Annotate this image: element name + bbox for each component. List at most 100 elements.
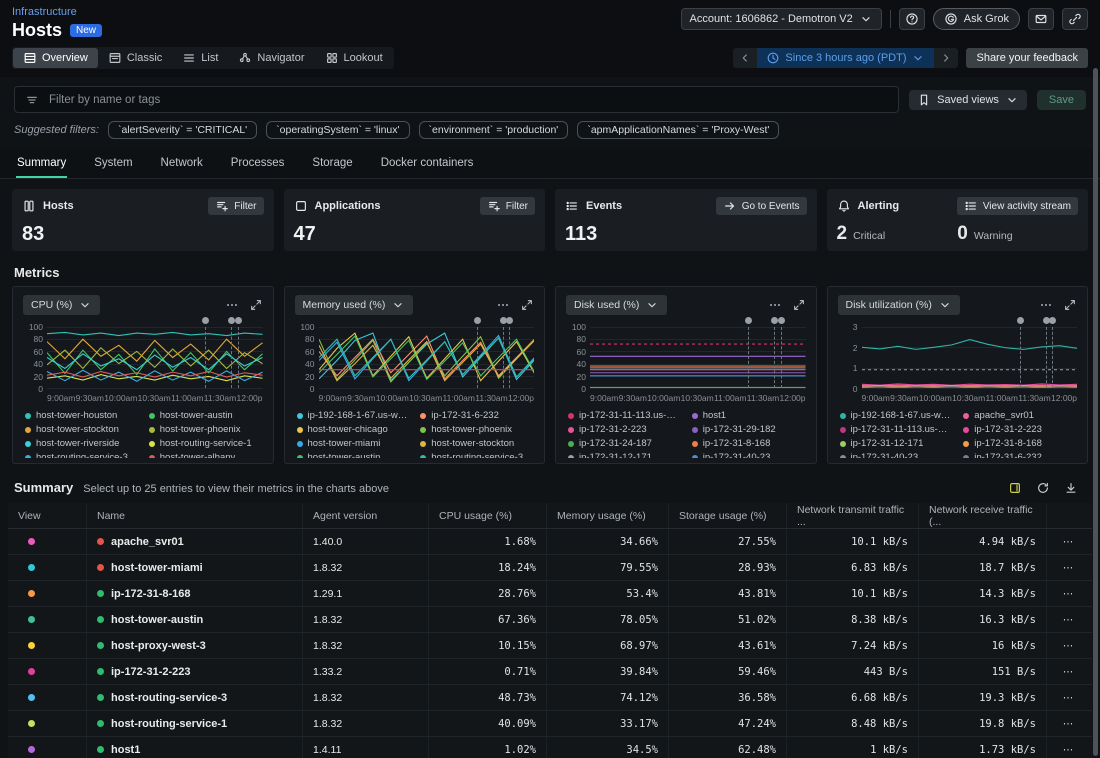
view-toggle[interactable] — [8, 633, 86, 658]
legend-item[interactable]: ip-172-31-2-223 — [568, 424, 682, 435]
view-toggle[interactable] — [8, 711, 86, 736]
tab-processes[interactable]: Processes — [230, 149, 286, 178]
host-name-cell[interactable]: ip-172-31-8-168 — [86, 581, 302, 606]
expand-icon[interactable] — [520, 298, 534, 312]
tab-network[interactable]: Network — [160, 149, 204, 178]
legend-item[interactable]: host-tower-austin — [149, 410, 263, 421]
row-actions-button[interactable]: ⋯ — [1046, 529, 1090, 554]
ellipsis-icon[interactable] — [225, 298, 239, 312]
view-switch-lookout[interactable]: Lookout — [315, 48, 393, 68]
expand-icon[interactable] — [1063, 298, 1077, 312]
event-marker-dot[interactable] — [778, 317, 785, 324]
legend-item[interactable]: host-routing-service-1 — [149, 438, 263, 449]
view-toggle[interactable] — [8, 607, 86, 632]
legend-item[interactable]: host-tower-phoenix — [420, 424, 534, 435]
row-actions-button[interactable]: ⋯ — [1046, 659, 1090, 684]
legend-item[interactable]: ip-172-31-11-113.us-west-2.com... — [568, 410, 682, 421]
view-switch-overview[interactable]: Overview — [13, 48, 98, 68]
legend-item[interactable]: ip-172-31-8-168 — [963, 438, 1077, 449]
legend-item[interactable]: ip-172-31-8-168 — [692, 438, 806, 449]
view-toggle[interactable] — [8, 737, 86, 758]
save-button[interactable]: Save — [1037, 90, 1086, 110]
table-row[interactable]: host-routing-service-3 1.8.32 48.73% 74.… — [8, 685, 1092, 711]
expand-icon[interactable] — [249, 298, 263, 312]
tab-system[interactable]: System — [93, 149, 133, 178]
event-marker-dot[interactable] — [1017, 317, 1024, 324]
column-header-7[interactable]: Network receive traffic (... — [918, 503, 1046, 528]
legend-item[interactable]: host-tower-austin — [297, 452, 411, 458]
legend-item[interactable]: host-routing-service-3 — [420, 452, 534, 458]
metric-selector[interactable]: Disk used (%) — [566, 295, 667, 315]
saved-views-button[interactable]: Saved views — [909, 90, 1027, 110]
view-switch-classic[interactable]: Classic — [98, 48, 172, 68]
column-header-2[interactable]: Agent version — [302, 503, 428, 528]
column-header-0[interactable]: View — [8, 503, 86, 528]
legend-item[interactable]: host-routing-service-3 — [25, 452, 139, 458]
view-switch-navigator[interactable]: Navigator — [228, 48, 314, 68]
ask-grok-button[interactable]: Ask Grok — [933, 8, 1020, 30]
feedback-button[interactable]: Share your feedback — [966, 48, 1088, 68]
time-back-button[interactable] — [733, 48, 757, 68]
host-name-cell[interactable]: host-tower-miami — [86, 555, 302, 580]
legend-item[interactable]: host-tower-chicago — [297, 424, 411, 435]
event-marker-dot[interactable] — [1049, 317, 1056, 324]
account-selector[interactable]: Account: 1606862 - Demotron V2 — [681, 8, 882, 30]
share-link-button[interactable] — [1062, 8, 1088, 30]
view-switch-list[interactable]: List — [172, 48, 228, 68]
chart-plot[interactable] — [590, 327, 806, 389]
column-header-1[interactable]: Name — [86, 503, 302, 528]
host-name-cell[interactable]: apache_svr01 — [86, 529, 302, 554]
legend-item[interactable]: host-tower-stockton — [420, 438, 534, 449]
legend-item[interactable]: ip-172-31-6-232 — [420, 410, 534, 421]
table-row[interactable]: ip-172-31-2-223 1.33.2 0.71% 39.84% 59.4… — [8, 659, 1092, 685]
column-header-6[interactable]: Network transmit traffic ... — [786, 503, 918, 528]
chart-plot[interactable] — [862, 327, 1078, 389]
row-actions-button[interactable]: ⋯ — [1046, 607, 1090, 632]
row-actions-button[interactable]: ⋯ — [1046, 711, 1090, 736]
column-box-icon[interactable] — [1008, 481, 1022, 495]
event-marker-dot[interactable] — [506, 317, 513, 324]
host-name-cell[interactable]: host-tower-austin — [86, 607, 302, 632]
column-header-5[interactable]: Storage usage (%) — [668, 503, 786, 528]
legend-item[interactable]: ip-172-31-12-171 — [840, 438, 954, 449]
row-actions-button[interactable]: ⋯ — [1046, 685, 1090, 710]
help-button[interactable] — [899, 8, 925, 30]
host-name-cell[interactable]: host-routing-service-3 — [86, 685, 302, 710]
card-action-alerting[interactable]: View activity stream — [957, 197, 1078, 215]
event-marker-dot[interactable] — [202, 317, 209, 324]
legend-item[interactable]: host1 — [692, 410, 806, 421]
legend-item[interactable]: ip-172-31-12-171 — [568, 452, 682, 458]
filter-input[interactable] — [49, 94, 888, 106]
host-name-cell[interactable]: host-routing-service-1 — [86, 711, 302, 736]
legend-item[interactable]: host-tower-stockton — [25, 424, 139, 435]
ellipsis-icon[interactable] — [496, 298, 510, 312]
chart-plot[interactable] — [47, 327, 263, 389]
legend-item[interactable]: ip-192-168-1-67.us-west-2.com... — [840, 410, 954, 421]
table-row[interactable]: apache_svr01 1.40.0 1.68% 34.66% 27.55% … — [8, 529, 1092, 555]
table-row[interactable]: host-proxy-west-3 1.8.32 10.15% 68.97% 4… — [8, 633, 1092, 659]
card-action-hosts[interactable]: Filter — [208, 197, 263, 215]
breadcrumb[interactable]: Infrastructure — [12, 6, 102, 18]
refresh-icon[interactable] — [1036, 481, 1050, 495]
card-action-applications[interactable]: Filter — [480, 197, 535, 215]
ellipsis-icon[interactable] — [1039, 298, 1053, 312]
column-header-8[interactable] — [1046, 503, 1090, 528]
expand-icon[interactable] — [792, 298, 806, 312]
table-row[interactable]: ip-172-31-8-168 1.29.1 28.76% 53.4% 43.8… — [8, 581, 1092, 607]
legend-item[interactable]: ip-192-168-1-67.us-west-2.com... — [297, 410, 411, 421]
card-action-events[interactable]: Go to Events — [716, 197, 807, 215]
chart-plot[interactable] — [319, 327, 535, 389]
legend-item[interactable]: ip-172-31-6-232 — [963, 452, 1077, 458]
ellipsis-icon[interactable] — [768, 298, 782, 312]
scrollbar-thumb[interactable] — [1093, 68, 1098, 756]
legend-item[interactable]: ip-172-31-40-23 — [692, 452, 806, 458]
host-name-cell[interactable]: host-proxy-west-3 — [86, 633, 302, 658]
host-name-cell[interactable]: ip-172-31-2-223 — [86, 659, 302, 684]
suggested-filter-chip-3[interactable]: `apmApplicationNames` = 'Proxy-West' — [577, 121, 779, 139]
time-forward-button[interactable] — [934, 48, 958, 68]
metric-selector[interactable]: Memory used (%) — [295, 295, 414, 315]
legend-item[interactable]: ip-172-31-24-187 — [568, 438, 682, 449]
suggested-filter-chip-2[interactable]: `environment` = 'production' — [419, 121, 569, 139]
legend-item[interactable]: host-tower-houston — [25, 410, 139, 421]
row-actions-button[interactable]: ⋯ — [1046, 633, 1090, 658]
